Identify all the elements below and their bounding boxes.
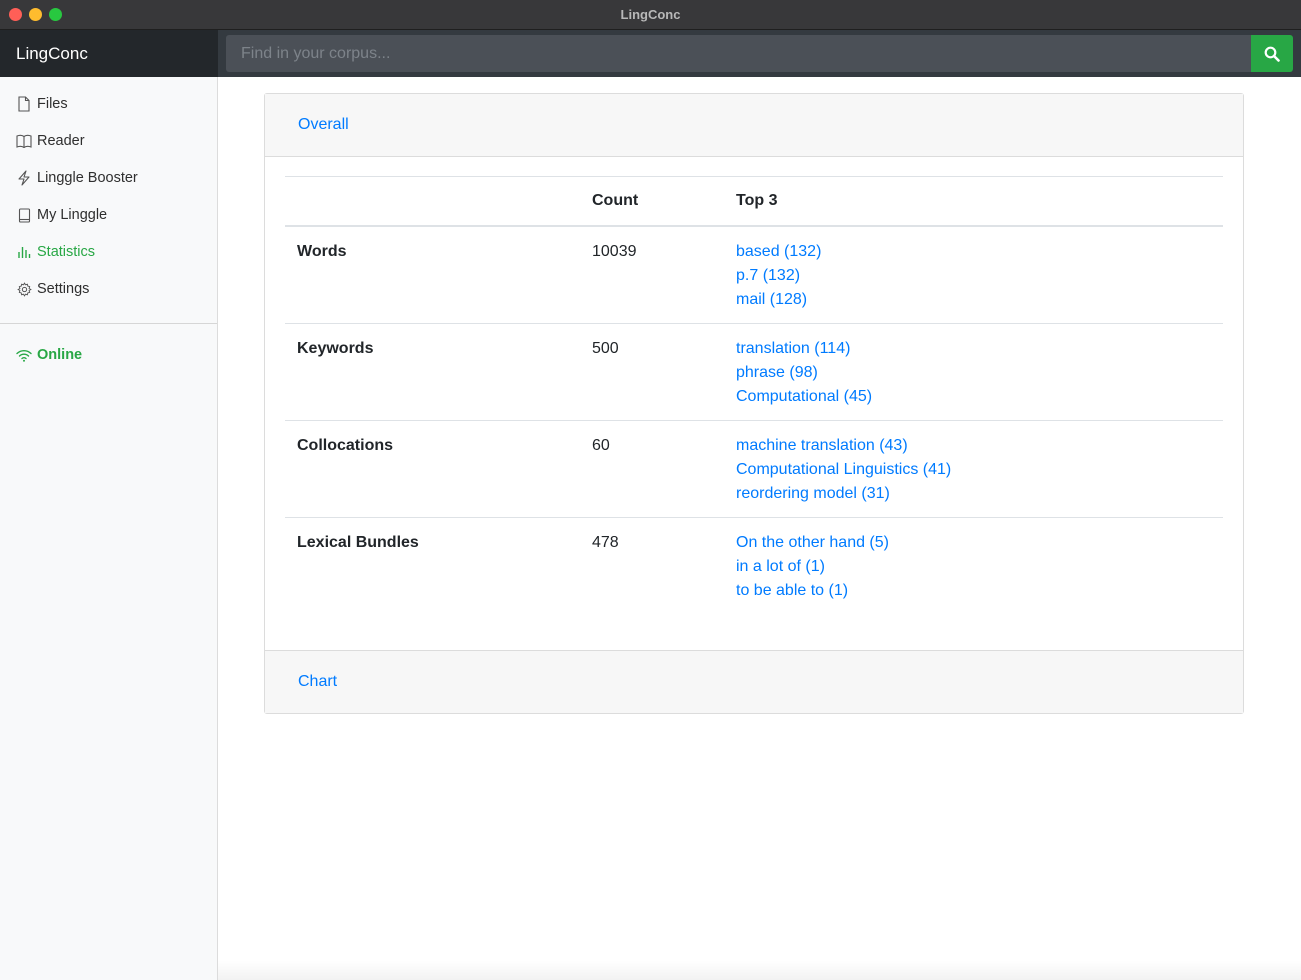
sidebar: Files Reader Linggle Booster My Linggle … <box>0 77 218 980</box>
sidebar-item-statistics[interactable]: Statistics <box>16 241 95 263</box>
column-header-top3: Top 3 <box>736 191 778 209</box>
top-item-link[interactable]: Computational Linguistics (41) <box>736 458 1211 482</box>
sidebar-item-reader[interactable]: Reader <box>16 130 85 152</box>
top-item-link[interactable]: machine translation (43) <box>736 434 1211 458</box>
book-icon <box>16 207 32 223</box>
gear-icon <box>16 281 32 297</box>
window-titlebar: LingConc <box>0 0 1301 30</box>
sidebar-item-label: Settings <box>37 281 90 297</box>
overall-link[interactable]: Overall <box>298 116 349 134</box>
card-header: Overall <box>265 94 1243 157</box>
lightning-icon <box>16 170 32 186</box>
bar-chart-icon <box>16 244 32 260</box>
table-row: Lexical Bundles 478 On the other hand (5… <box>285 517 1223 614</box>
row-top3: based (132) p.7 (132) mail (128) <box>724 226 1223 324</box>
row-name: Collocations <box>297 436 394 454</box>
statistics-table: Count Top 3 Words 10039 based (132) p.7 … <box>285 176 1223 614</box>
top-item-link[interactable]: On the other hand (5) <box>736 531 1211 555</box>
search-icon <box>1264 46 1280 62</box>
sidebar-item-label: Linggle Booster <box>37 170 138 186</box>
table-row: Keywords 500 translation (114) phrase (9… <box>285 323 1223 420</box>
row-top3: machine translation (43) Computational L… <box>724 420 1223 517</box>
top-item-link[interactable]: phrase (98) <box>736 361 1211 385</box>
top-item-link[interactable]: mail (128) <box>736 288 1211 312</box>
row-count: 60 <box>592 436 610 454</box>
sidebar-item-label: Statistics <box>37 244 96 260</box>
connection-status: Online <box>16 347 82 363</box>
row-count: 478 <box>592 533 619 551</box>
top-item-link[interactable]: based (132) <box>736 240 1211 264</box>
file-icon <box>16 96 32 112</box>
app-brand[interactable]: LingConc <box>0 30 218 77</box>
status-label: Online <box>37 347 83 363</box>
top-navbar: LingConc <box>0 30 1301 77</box>
row-count: 500 <box>592 339 619 357</box>
chart-link[interactable]: Chart <box>298 673 337 691</box>
table-row: Words 10039 based (132) p.7 (132) mail (… <box>285 226 1223 324</box>
bottom-edge-shadow <box>218 960 1301 980</box>
row-top3: translation (114) phrase (98) Computatio… <box>724 323 1223 420</box>
wifi-icon <box>16 347 32 363</box>
sidebar-item-files[interactable]: Files <box>16 93 68 115</box>
column-header-name <box>285 177 580 226</box>
sidebar-item-my-linggle[interactable]: My Linggle <box>16 204 107 226</box>
sidebar-item-label: Reader <box>37 133 85 149</box>
row-name: Keywords <box>297 339 374 357</box>
card-footer: Chart <box>265 650 1243 713</box>
top-item-link[interactable]: p.7 (132) <box>736 264 1211 288</box>
column-header-count: Count <box>592 191 639 209</box>
top-item-link[interactable]: translation (114) <box>736 337 1211 361</box>
sidebar-item-linggle-booster[interactable]: Linggle Booster <box>16 167 138 189</box>
row-top3: On the other hand (5) in a lot of (1) to… <box>724 517 1223 614</box>
window-title: LingConc <box>620 7 681 22</box>
statistics-card: Overall Count Top 3 Words 10039 based (1… <box>264 93 1244 714</box>
top-item-link[interactable]: reordering model (31) <box>736 482 1211 506</box>
sidebar-item-label: Files <box>37 96 68 112</box>
table-row: Collocations 60 machine translation (43)… <box>285 420 1223 517</box>
top-item-link[interactable]: in a lot of (1) <box>736 555 1211 579</box>
top-item-link[interactable]: Computational (45) <box>736 385 1211 409</box>
sidebar-item-settings[interactable]: Settings <box>16 278 89 300</box>
sidebar-item-label: My Linggle <box>37 207 108 223</box>
search-button[interactable] <box>1251 35 1293 72</box>
table-header-row: Count Top 3 <box>285 176 1223 226</box>
row-name: Words <box>297 242 347 260</box>
row-name: Lexical Bundles <box>297 533 419 551</box>
search-input[interactable] <box>226 35 1252 72</box>
row-count: 10039 <box>592 242 637 260</box>
book-open-icon <box>16 133 32 149</box>
sidebar-divider <box>0 323 217 324</box>
top-item-link[interactable]: to be able to (1) <box>736 579 1211 603</box>
